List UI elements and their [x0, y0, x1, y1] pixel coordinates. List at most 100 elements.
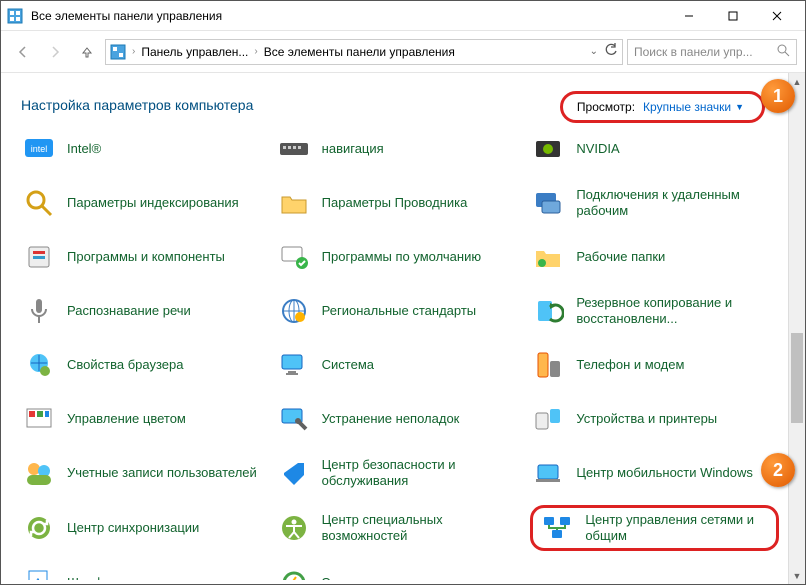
intel-icon: intel [21, 131, 57, 167]
cp-item-label: Управление цветом [67, 411, 186, 427]
cp-item-search-opts[interactable]: Параметры индексирования [21, 181, 270, 225]
navbar: › Панель управлен... › Все элементы пане… [1, 31, 805, 73]
cp-item-intel[interactable]: intelIntel® [21, 127, 270, 171]
cp-item-label: Система [322, 357, 374, 373]
cp-item-security[interactable]: Центр безопасности и обслуживания [276, 451, 525, 495]
mobility-icon [530, 455, 566, 491]
breadcrumb-part[interactable]: Все элементы панели управления [264, 45, 455, 59]
cp-item-label: Центр управления сетями и общим [585, 512, 770, 545]
phone-icon [530, 347, 566, 383]
network-icon [539, 510, 575, 546]
address-bar[interactable]: › Панель управлен... › Все элементы пане… [105, 39, 623, 65]
cp-item-label: Устройства и принтеры [576, 411, 717, 427]
cp-item-troubleshoot[interactable]: Устранение неполадок [276, 397, 525, 441]
search-input[interactable]: Поиск в панели упр... [627, 39, 797, 65]
cp-item-label: Центр безопасности и обслуживания [322, 457, 525, 490]
view-label: Просмотр: [577, 100, 635, 114]
sync-icon [21, 510, 57, 546]
view-value-text: Крупные значки [643, 100, 731, 114]
cp-item-label: Электропитание [322, 575, 421, 580]
backup-icon [530, 293, 566, 329]
cp-item-user-accounts[interactable]: Учетные записи пользователей [21, 451, 270, 495]
svg-text:A: A [32, 576, 44, 580]
cp-item-label: NVIDIA [576, 141, 619, 157]
cp-item-power[interactable]: Электропитание [276, 561, 525, 580]
callout-2: 2 [761, 453, 795, 487]
cp-item-label: Центр мобильности Windows [576, 465, 753, 481]
refresh-button[interactable] [604, 43, 618, 60]
cp-item-devices[interactable]: Устройства и принтеры [530, 397, 779, 441]
cp-item-fonts[interactable]: A Шрифты [21, 561, 270, 580]
forward-button[interactable] [41, 38, 69, 66]
cp-item-speech[interactable]: Распознавание речи [21, 289, 270, 333]
control-panel-grid: intelIntel® навигация NVIDIA Параметры инде… [21, 127, 779, 580]
cp-item-remote[interactable]: Подключения к удаленным рабочим [530, 181, 779, 225]
cp-item-label: Распознавание речи [67, 303, 191, 319]
cp-item-mobility[interactable]: Центр мобильности Windows [530, 451, 779, 495]
search-placeholder: Поиск в панели упр... [634, 45, 771, 59]
cp-item-accessibility[interactable]: Центр специальных возможностей [276, 505, 525, 551]
callout-1: 1 [761, 79, 795, 113]
cp-item-keyboard[interactable]: навигация [276, 127, 525, 171]
page-title: Настройка параметров компьютера [21, 97, 253, 113]
cp-item-backup[interactable]: Резервное копирование и восстановлени... [530, 289, 779, 333]
back-button[interactable] [9, 38, 37, 66]
folder-opts-icon [276, 185, 312, 221]
cp-item-programs[interactable]: Программы и компоненты [21, 235, 270, 279]
scrollbar-thumb[interactable] [791, 333, 803, 423]
cp-item-label: Программы и компоненты [67, 249, 225, 265]
programs-icon [21, 239, 57, 275]
cp-item-label: навигация [322, 141, 384, 157]
keyboard-icon [276, 131, 312, 167]
nvidia-icon [530, 131, 566, 167]
internet-opts-icon [21, 347, 57, 383]
titlebar: Все элементы панели управления [1, 1, 805, 31]
cp-item-work-folders[interactable]: Рабочие папки [530, 235, 779, 279]
cp-item-label: Свойства браузера [67, 357, 183, 373]
cp-item-internet-opts[interactable]: Свойства браузера [21, 343, 270, 387]
view-value[interactable]: Крупные значки ▼ [643, 100, 744, 114]
cp-item-label: Устранение неполадок [322, 411, 460, 427]
up-button[interactable] [73, 38, 101, 66]
cp-item-label: Региональные стандарты [322, 303, 476, 319]
user-accounts-icon [21, 455, 57, 491]
cp-item-sync[interactable]: Центр синхронизации [21, 505, 270, 551]
close-button[interactable] [755, 2, 799, 30]
cp-item-default-programs[interactable]: Программы по умолчанию [276, 235, 525, 279]
cp-item-phone[interactable]: Телефон и модем [530, 343, 779, 387]
work-folders-icon [530, 239, 566, 275]
region-icon [276, 293, 312, 329]
default-programs-icon [276, 239, 312, 275]
cp-item-network[interactable]: Центр управления сетями и общим [530, 505, 779, 551]
devices-icon [530, 401, 566, 437]
cp-item-label: Шрифты [67, 575, 119, 580]
system-icon [276, 347, 312, 383]
breadcrumb-part[interactable]: Панель управлен... [141, 45, 248, 59]
minimize-button[interactable] [667, 2, 711, 30]
cp-item-label: Телефон и модем [576, 357, 684, 373]
cp-item-label: Параметры индексирования [67, 195, 239, 211]
security-icon [276, 455, 312, 491]
cp-item-region[interactable]: Региональные стандарты [276, 289, 525, 333]
cp-item-nvidia[interactable]: NVIDIA [530, 127, 779, 171]
cp-item-system[interactable]: Система [276, 343, 525, 387]
scroll-down-icon[interactable]: ▼ [789, 567, 805, 584]
items-area: intelIntel® навигация NVIDIA Параметры инде… [1, 127, 805, 580]
chevron-right-icon: › [252, 46, 259, 57]
color-icon [21, 401, 57, 437]
troubleshoot-icon [276, 401, 312, 437]
maximize-button[interactable] [711, 2, 755, 30]
remote-icon [530, 185, 566, 221]
cp-item-folder-opts[interactable]: Параметры Проводника [276, 181, 525, 225]
cp-item-color[interactable]: Управление цветом [21, 397, 270, 441]
control-panel-icon [7, 8, 23, 24]
view-selector-highlight: Просмотр: Крупные значки ▼ [560, 91, 765, 123]
scrollbar[interactable]: ▲ ▼ [788, 73, 805, 584]
cp-item-label: Резервное копирование и восстановлени... [576, 295, 779, 328]
search-icon [777, 44, 790, 60]
power-icon [276, 565, 312, 580]
chevron-down-icon[interactable]: ⌄ [590, 46, 598, 57]
speech-icon [21, 293, 57, 329]
cp-item-label: Центр специальных возможностей [322, 512, 525, 545]
svg-text:intel: intel [31, 144, 48, 154]
